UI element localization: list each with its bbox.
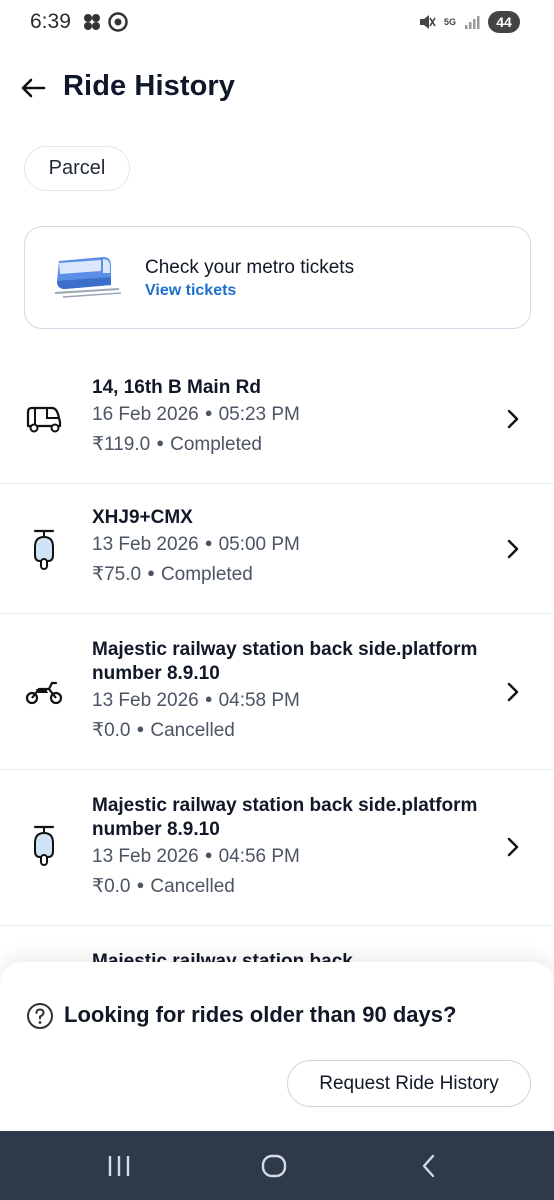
recent-apps-button[interactable] <box>104 1151 134 1181</box>
separator-dot: ● <box>136 721 145 737</box>
ride-details: Majestic railway station back side.platf… <box>92 794 492 902</box>
older-rides-sheet: Looking for rides older than 90 days? Re… <box>0 962 554 1132</box>
ride-time: 04:56 PM <box>218 846 300 868</box>
system-nav-bar <box>0 1131 554 1200</box>
page-title: Ride History <box>63 70 236 102</box>
ride-status: Completed <box>170 434 262 456</box>
home-icon <box>261 1154 287 1178</box>
metro-train-icon <box>54 257 122 298</box>
ride-datetime: 13 Feb 2026 ● 05:00 PM <box>92 530 492 560</box>
status-time: 6:39 <box>30 10 71 33</box>
ride-details: 14, 16th B Main Rd 16 Feb 2026 ● 05:23 PM … <box>92 376 492 460</box>
pinwheel-icon <box>84 14 100 30</box>
ride-fare-status: ₹0.0 ● Cancelled <box>92 872 492 902</box>
status-right: 5G 44 <box>418 11 520 33</box>
chevron-right-icon <box>507 539 519 559</box>
ride-fare: ₹0.0 <box>92 876 131 898</box>
ride-destination: Majestic railway station back side.platf… <box>92 639 478 684</box>
ride-datetime: 13 Feb 2026 ● 04:58 PM <box>92 686 492 716</box>
ride-date: 16 Feb 2026 <box>92 404 199 426</box>
ride-time: 05:23 PM <box>218 404 300 426</box>
chevron-left-icon <box>422 1154 435 1178</box>
older-rides-title: Looking for rides older than 90 days? <box>64 1002 457 1027</box>
ride-fare-status: ₹0.0 ● Cancelled <box>92 716 492 746</box>
ride-status: Completed <box>160 564 253 586</box>
aperture-icon <box>108 12 128 32</box>
back-button[interactable] <box>18 73 48 103</box>
status-left-icons <box>82 12 128 32</box>
separator-dot: ● <box>204 691 213 706</box>
ride-date: 13 Feb 2026 <box>92 846 199 868</box>
arrow-left-icon <box>21 78 46 98</box>
metro-tickets-card[interactable]: Check your metro tickets View tickets <box>24 226 531 329</box>
motorbike-icon <box>24 672 64 712</box>
parcel-filter-chip[interactable]: Parcel <box>24 146 130 191</box>
ride-details: Majestic railway station back side.platf… <box>92 638 492 746</box>
ride-destination: XHJ9+CMX <box>92 507 193 528</box>
ride-details: XHJ9+CMX 13 Feb 2026 ● 05:00 PM ₹75.0 ● Comp… <box>92 506 492 590</box>
separator-dot: ● <box>204 847 213 862</box>
system-back-button[interactable] <box>414 1151 444 1181</box>
ride-item[interactable]: 14, 16th B Main Rd 16 Feb 2026 ● 05:23 PM … <box>0 354 554 484</box>
ride-status: Cancelled <box>150 720 235 742</box>
chevron-right-icon <box>507 837 519 857</box>
ride-status: Cancelled <box>150 876 235 898</box>
ride-item[interactable]: Majestic railway station back side.platf… <box>0 614 554 770</box>
status-bar: 6:39 5G 44 <box>0 0 554 46</box>
ride-destination: Majestic railway station back side.platf… <box>92 795 478 840</box>
separator-dot: ● <box>136 877 145 893</box>
home-button[interactable] <box>259 1151 289 1181</box>
chevron-right-icon <box>507 682 519 702</box>
ride-item[interactable]: Majestic railway station back side.platf… <box>0 770 554 926</box>
help-circle-icon <box>27 1003 53 1029</box>
ride-datetime: 16 Feb 2026 ● 05:23 PM <box>92 400 492 430</box>
battery-indicator: 44 <box>488 11 520 33</box>
header: Ride History <box>0 62 554 114</box>
ride-fare: ₹0.0 <box>92 720 131 742</box>
ride-item[interactable]: XHJ9+CMX 13 Feb 2026 ● 05:00 PM ₹75.0 ● Comp… <box>0 484 554 614</box>
metro-card-title: Check your metro tickets <box>145 257 355 278</box>
separator-dot: ● <box>204 535 213 550</box>
signal-icon <box>465 16 480 29</box>
mute-icon <box>419 15 436 29</box>
separator-dot: ● <box>156 435 165 451</box>
scooter-icon <box>24 825 64 866</box>
scooter-icon <box>24 529 64 570</box>
network-label: 5G <box>443 16 456 27</box>
ride-time: 05:00 PM <box>218 534 300 556</box>
ride-fare: ₹75.0 <box>92 564 142 586</box>
separator-dot: ● <box>204 405 213 420</box>
ride-fare-status: ₹119.0 ● Completed <box>92 430 492 460</box>
ride-fare: ₹119.0 <box>92 434 151 456</box>
ride-date: 13 Feb 2026 <box>92 690 199 712</box>
ride-date: 13 Feb 2026 <box>92 534 199 556</box>
auto-rickshaw-icon <box>24 399 64 439</box>
ride-time: 04:58 PM <box>218 690 300 712</box>
chevron-right-icon <box>507 409 519 429</box>
ride-datetime: 13 Feb 2026 ● 04:56 PM <box>92 842 492 872</box>
recent-apps-icon <box>108 1156 130 1176</box>
ride-fare-status: ₹75.0 ● Completed <box>92 560 492 590</box>
separator-dot: ● <box>147 565 155 581</box>
request-ride-history-button[interactable]: Request Ride History <box>287 1060 531 1107</box>
ride-destination: 14, 16th B Main Rd <box>92 377 261 398</box>
view-tickets-link[interactable]: View tickets <box>145 282 236 300</box>
